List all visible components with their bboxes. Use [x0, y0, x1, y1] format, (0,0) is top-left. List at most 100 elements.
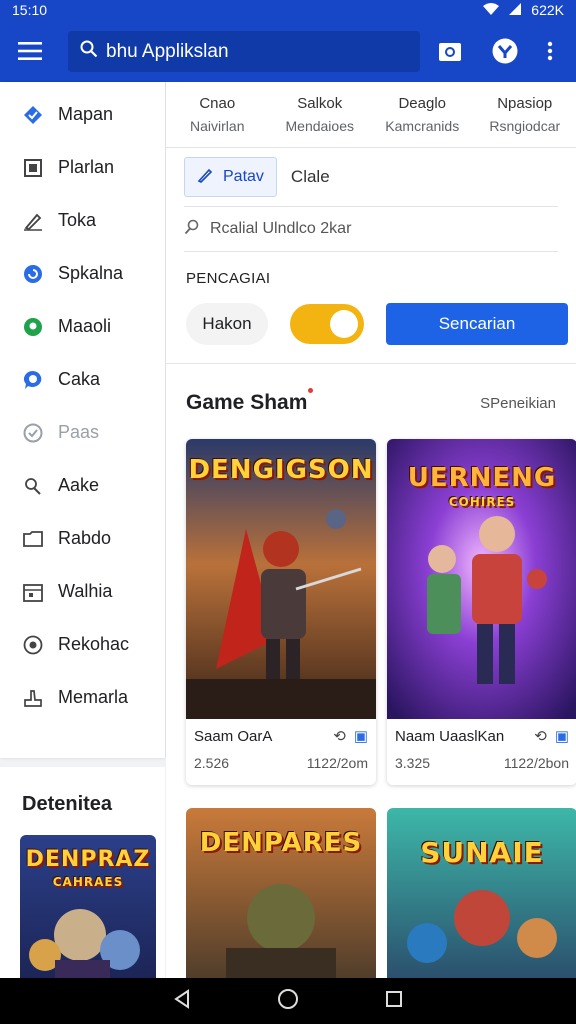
sidebar-item-toka[interactable]: Toka — [0, 194, 165, 247]
target-icon — [22, 634, 44, 656]
section-title: Game Sham — [186, 388, 314, 415]
sidebar-item-paas[interactable]: Paas — [0, 406, 165, 459]
bookmark-icon: ▣ — [554, 728, 569, 745]
sidebar-item-plarlan[interactable]: Plarlan — [0, 141, 165, 194]
game-logo-sub: COHIRES — [448, 495, 516, 509]
tab-deaglo[interactable]: Deaglo Kamcranids — [371, 82, 474, 147]
sidebar-item-label: Rabdo — [58, 528, 112, 548]
status-time: 15:10 — [12, 2, 48, 18]
game-card[interactable]: UERNENG COHIRES Naam UaaslKan ⟲ ▣ 3.325 … — [387, 439, 576, 785]
featured-logo: DENPRAZ — [25, 847, 151, 872]
sidebar-item-label: Spkalna — [58, 263, 124, 283]
game-logo: UERNENG — [407, 463, 557, 493]
search-button[interactable]: Sencarian — [386, 303, 568, 345]
tab-label: Npasiop — [497, 94, 553, 112]
sidebar-item-label: Maaoli — [58, 316, 112, 336]
sidebar-item-maaoli[interactable]: Maaoli — [0, 300, 165, 353]
sidebar-item-label: Rekohac — [58, 634, 130, 654]
signal-icon — [509, 2, 522, 18]
category-tabs: Cnao Naivirlan Salkok Mendaioes Deaglo Kamc… — [166, 82, 576, 148]
featured-game-cover[interactable]: DENPRAZ CAHRAES — [20, 835, 156, 995]
sidebar-item-spkalna[interactable]: Spkalna — [0, 247, 165, 300]
app-bar: bhu Applikslan — [0, 20, 576, 82]
recents-icon[interactable] — [385, 990, 403, 1013]
tab-label: Salkok — [297, 94, 343, 112]
sidebar-item-label: Aake — [58, 475, 100, 495]
search-input[interactable]: bhu Applikslan — [68, 31, 420, 72]
main-content: Cnao Naivirlan Salkok Mendaioes Deaglo Kamc… — [166, 82, 576, 988]
sidebar-item-label: Toka — [58, 210, 97, 230]
status-bar: 15:10 622K — [0, 0, 576, 20]
filter-placeholder: Rcalial Ulndlco 2kar — [210, 220, 352, 237]
game-card[interactable]: SUNAIE — [387, 808, 576, 988]
profile-icon[interactable] — [487, 33, 523, 69]
back-icon[interactable] — [173, 988, 191, 1014]
sidebar: Mapan Plarlan Toka Spkalna Maaoli Caka P… — [0, 82, 165, 758]
search-icon — [80, 40, 98, 64]
game-rating: 3.325 — [395, 755, 431, 771]
game-size: 1122/2om — [306, 755, 368, 771]
sidebar-item-rekohac[interactable]: Rekohac — [0, 618, 165, 671]
calendar-icon — [22, 581, 44, 603]
home-icon[interactable] — [277, 988, 299, 1015]
game-cover: UERNENG COHIRES — [387, 439, 576, 719]
game-logo: SUNAIE — [420, 836, 544, 869]
sidebar-item-mapan[interactable]: Mapan — [0, 88, 165, 141]
tab-label: Deaglo — [398, 94, 447, 112]
toggle-knob — [330, 310, 358, 338]
game-cover: DENGIGSON — [186, 439, 376, 719]
search-icon — [184, 219, 200, 240]
pencil-icon — [197, 167, 213, 188]
diamond-icon — [22, 104, 44, 126]
sidebar-item-memarla[interactable]: Memarla — [0, 671, 165, 724]
tab-sublabel: Mendaioes — [285, 117, 355, 134]
game-rating: 2.526 — [194, 755, 230, 771]
tab-cnao[interactable]: Cnao Naivirlan — [166, 82, 269, 147]
tab-sublabel: Naivirlan — [190, 117, 245, 134]
tab-npasiop[interactable]: Npasiop Rsngiodcar — [474, 82, 576, 147]
see-more-link[interactable]: SPeneikian — [480, 395, 556, 412]
folder-icon — [22, 528, 44, 550]
sidebar-item-walhia[interactable]: Walhia — [0, 565, 165, 618]
menu-icon[interactable] — [0, 20, 60, 82]
segment-active[interactable]: Patav — [184, 157, 277, 197]
notification-dot — [308, 388, 314, 393]
sidebar-item-aake[interactable]: Aake — [0, 459, 165, 512]
more-options-icon[interactable] — [532, 33, 568, 69]
swirl-icon — [22, 263, 44, 285]
sidebar-item-label: Mapan — [58, 104, 114, 124]
tab-salkok[interactable]: Salkok Mendaioes — [269, 82, 372, 147]
refresh-icon: ⟲ — [333, 728, 346, 745]
featured-logo-sub: CAHRAES — [52, 875, 124, 889]
filter-input[interactable]: Rcalial Ulndlco 2kar — [184, 206, 558, 252]
game-name: Saam OarA — [194, 727, 273, 745]
location-icon — [22, 316, 44, 338]
thumb-icon — [22, 687, 44, 709]
pill-button[interactable]: Hakon — [186, 303, 268, 345]
segment-inactive[interactable]: Clale — [291, 167, 330, 187]
game-card[interactable]: DENPARES — [186, 808, 376, 988]
system-nav-bar — [0, 978, 576, 1024]
check-circle-icon — [22, 422, 44, 444]
game-size: 1122/2bon — [503, 755, 569, 771]
game-card[interactable]: DENGIGSON Saam OarA ⟲ ▣ 2.526 1122/2om — [186, 439, 376, 785]
bookmark-icon: ▣ — [353, 728, 368, 745]
game-logo: DENGIGSON — [188, 455, 374, 485]
featured-panel: Detenitea DENPRAZ CAHRAES — [0, 767, 165, 1007]
tab-sublabel: Rsngiodcar — [489, 117, 561, 134]
game-name: Naam UaaslKan — [395, 727, 505, 745]
sidebar-item-rabdo[interactable]: Rabdo — [0, 512, 165, 565]
segment-active-label: Patav — [223, 168, 264, 185]
section-header: Game Sham SPeneikian — [166, 364, 576, 442]
sidebar-item-label: Walhia — [58, 581, 113, 601]
sidebar-item-label: Caka — [58, 369, 101, 389]
search-text: bhu Applikslan — [106, 40, 229, 62]
segment-row: Patav Clale — [166, 148, 576, 206]
controls-row: Hakon Sencarian — [186, 303, 576, 345]
refresh-icon: ⟲ — [534, 728, 547, 745]
sidebar-item-caka[interactable]: Caka — [0, 353, 165, 406]
chat-icon — [22, 369, 44, 391]
sidebar-item-label: Plarlan — [58, 157, 115, 177]
toggle-switch[interactable] — [290, 304, 364, 344]
camera-icon[interactable] — [432, 33, 468, 69]
